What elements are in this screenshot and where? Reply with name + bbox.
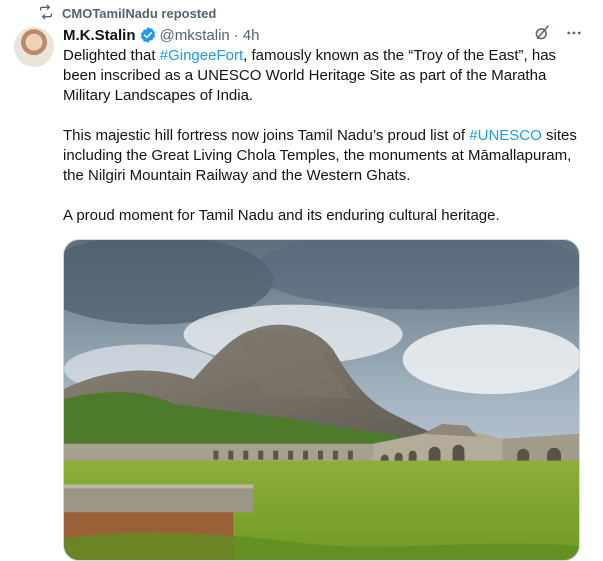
tweet-paragraph-2: This majestic hill fortress now joins Ta… <box>63 126 588 186</box>
tweet-text: Delighted that #GingeeFort, famously kno… <box>63 46 588 226</box>
avatar[interactable] <box>14 27 54 67</box>
text-segment: This majestic hill fortress now joins Ta… <box>63 127 470 144</box>
more-icon[interactable] <box>565 24 583 46</box>
tweet-paragraph-3: A proud moment for Tamil Nadu and its en… <box>63 207 500 224</box>
author-name[interactable]: M.K.Stalin <box>63 27 136 44</box>
author-handle[interactable]: @mkstalin <box>160 27 230 44</box>
repost-icon <box>38 4 54 23</box>
verified-badge-icon <box>140 27 155 43</box>
grok-icon[interactable] <box>533 24 551 46</box>
hashtag-unesco[interactable]: #UNESCO <box>469 127 542 144</box>
repost-indicator[interactable]: CMOTamilNadu reposted <box>38 3 216 23</box>
tweet-photo[interactable] <box>63 239 580 561</box>
header-actions <box>533 24 583 46</box>
tweet-header: M.K.Stalin @mkstalin · 4h <box>63 24 583 46</box>
repost-label: CMOTamilNadu reposted <box>62 5 217 21</box>
hashtag-gingeefort[interactable]: #GingeeFort <box>160 47 243 64</box>
timestamp[interactable]: 4h <box>243 27 260 44</box>
gingee-fort-photo <box>64 240 579 560</box>
text-segment: Delighted that <box>63 47 160 64</box>
tweet-paragraph-1: Delighted that #GingeeFort, famously kno… <box>63 46 588 106</box>
separator-dot: · <box>233 26 239 44</box>
